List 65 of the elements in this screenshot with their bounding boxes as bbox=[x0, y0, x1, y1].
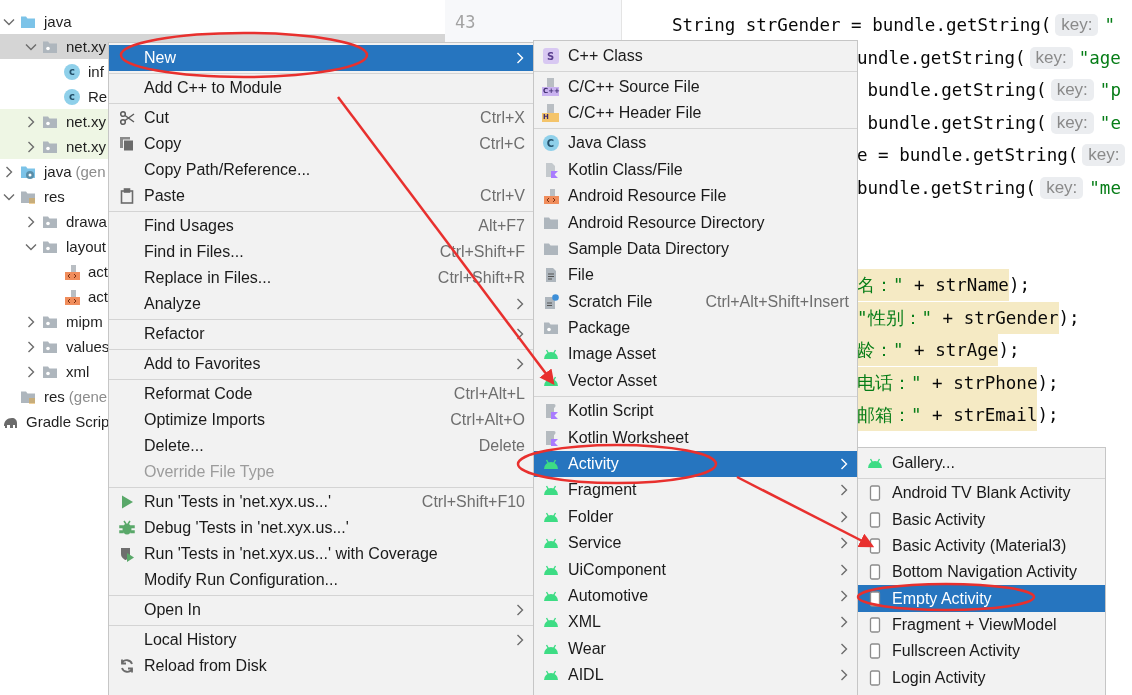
tree-label: Gradle Scrip bbox=[26, 413, 110, 430]
shortcut-label: Delete bbox=[478, 437, 525, 455]
tree-label: net.xy bbox=[66, 138, 107, 155]
code-text: ); bbox=[998, 339, 1020, 363]
parameter-hint: key: bbox=[1050, 79, 1094, 102]
struct-icon: S bbox=[542, 48, 559, 65]
code-text: undle.getString( bbox=[857, 46, 1026, 70]
tree-label: layout bbox=[66, 238, 107, 255]
tree-label: act bbox=[88, 263, 108, 280]
shortcut-label: Ctrl+V bbox=[480, 187, 525, 205]
code-text: bundle.getString( bbox=[866, 79, 1047, 103]
code-text: bundle.getString( bbox=[857, 176, 1037, 200]
tree-label: xml bbox=[66, 363, 90, 380]
tree-label: mipm bbox=[66, 313, 103, 330]
string-literal: " bbox=[1104, 14, 1116, 38]
string-literal: "age bbox=[1078, 46, 1121, 70]
tree-label: java bbox=[44, 163, 72, 180]
code-text: ); bbox=[1037, 371, 1059, 395]
tree-label: drawa bbox=[66, 213, 107, 230]
shortcut-label: Ctrl+Alt+L bbox=[453, 385, 525, 403]
class-icon: c bbox=[64, 88, 80, 105]
code-text: + strName bbox=[903, 269, 1009, 302]
code-text: + strAge bbox=[903, 334, 999, 367]
tree-label: net.xy bbox=[66, 38, 107, 55]
tree-label: java bbox=[44, 13, 72, 30]
tree-label: inf bbox=[88, 63, 104, 80]
string-literal: "p bbox=[1099, 79, 1121, 103]
code-text: ); bbox=[1058, 306, 1080, 330]
parameter-hint: key: bbox=[1050, 111, 1094, 134]
string-literal: 邮箱：" bbox=[857, 399, 922, 432]
tree-label: act bbox=[88, 288, 108, 305]
line-number: 43 bbox=[455, 12, 476, 32]
code-text: ); bbox=[1037, 404, 1059, 428]
parameter-hint: key: bbox=[1040, 176, 1084, 199]
tree-label: net.xy bbox=[66, 113, 107, 130]
code-text: + strPhone bbox=[921, 366, 1038, 399]
parameter-hint: key: bbox=[1082, 144, 1126, 167]
code-text: ); bbox=[1008, 274, 1030, 298]
tree-label: res bbox=[44, 188, 65, 205]
shortcut-label: Ctrl+X bbox=[480, 109, 525, 127]
shortcut-label: Ctrl+Alt+Shift+Insert bbox=[705, 292, 849, 311]
code-text: e = bundle.getString( bbox=[857, 144, 1079, 168]
string-literal: 名：" bbox=[857, 269, 904, 302]
class-icon: c bbox=[64, 63, 80, 80]
string-literal: 电话：" bbox=[857, 366, 922, 399]
string-literal: 龄：" bbox=[857, 334, 904, 367]
parameter-hint: key: bbox=[1055, 14, 1099, 37]
tree-label: res bbox=[44, 388, 65, 405]
class-icon: C bbox=[542, 135, 559, 152]
code-text: + strEmail bbox=[921, 399, 1038, 432]
shortcut-label: Ctrl+Alt+O bbox=[450, 411, 525, 429]
tree-label: Re bbox=[88, 88, 108, 105]
shortcut-label: Ctrl+Shift+F10 bbox=[421, 493, 525, 511]
string-literal: "e bbox=[1099, 111, 1121, 135]
tree-hint: (gen bbox=[75, 163, 106, 180]
code-text: String strGender = bundle.getString( bbox=[672, 14, 1052, 38]
shortcut-label: Alt+F7 bbox=[478, 217, 525, 235]
code-text: + strGender bbox=[932, 301, 1059, 334]
tree-hint: (gene bbox=[68, 388, 108, 405]
parameter-hint: key: bbox=[1029, 46, 1073, 69]
string-literal: "me bbox=[1089, 176, 1121, 200]
shortcut-label: Ctrl+C bbox=[479, 135, 525, 153]
tree-label: values bbox=[66, 338, 110, 355]
code-text: bundle.getString( bbox=[866, 111, 1047, 135]
string-literal: "性别：" bbox=[857, 301, 933, 334]
